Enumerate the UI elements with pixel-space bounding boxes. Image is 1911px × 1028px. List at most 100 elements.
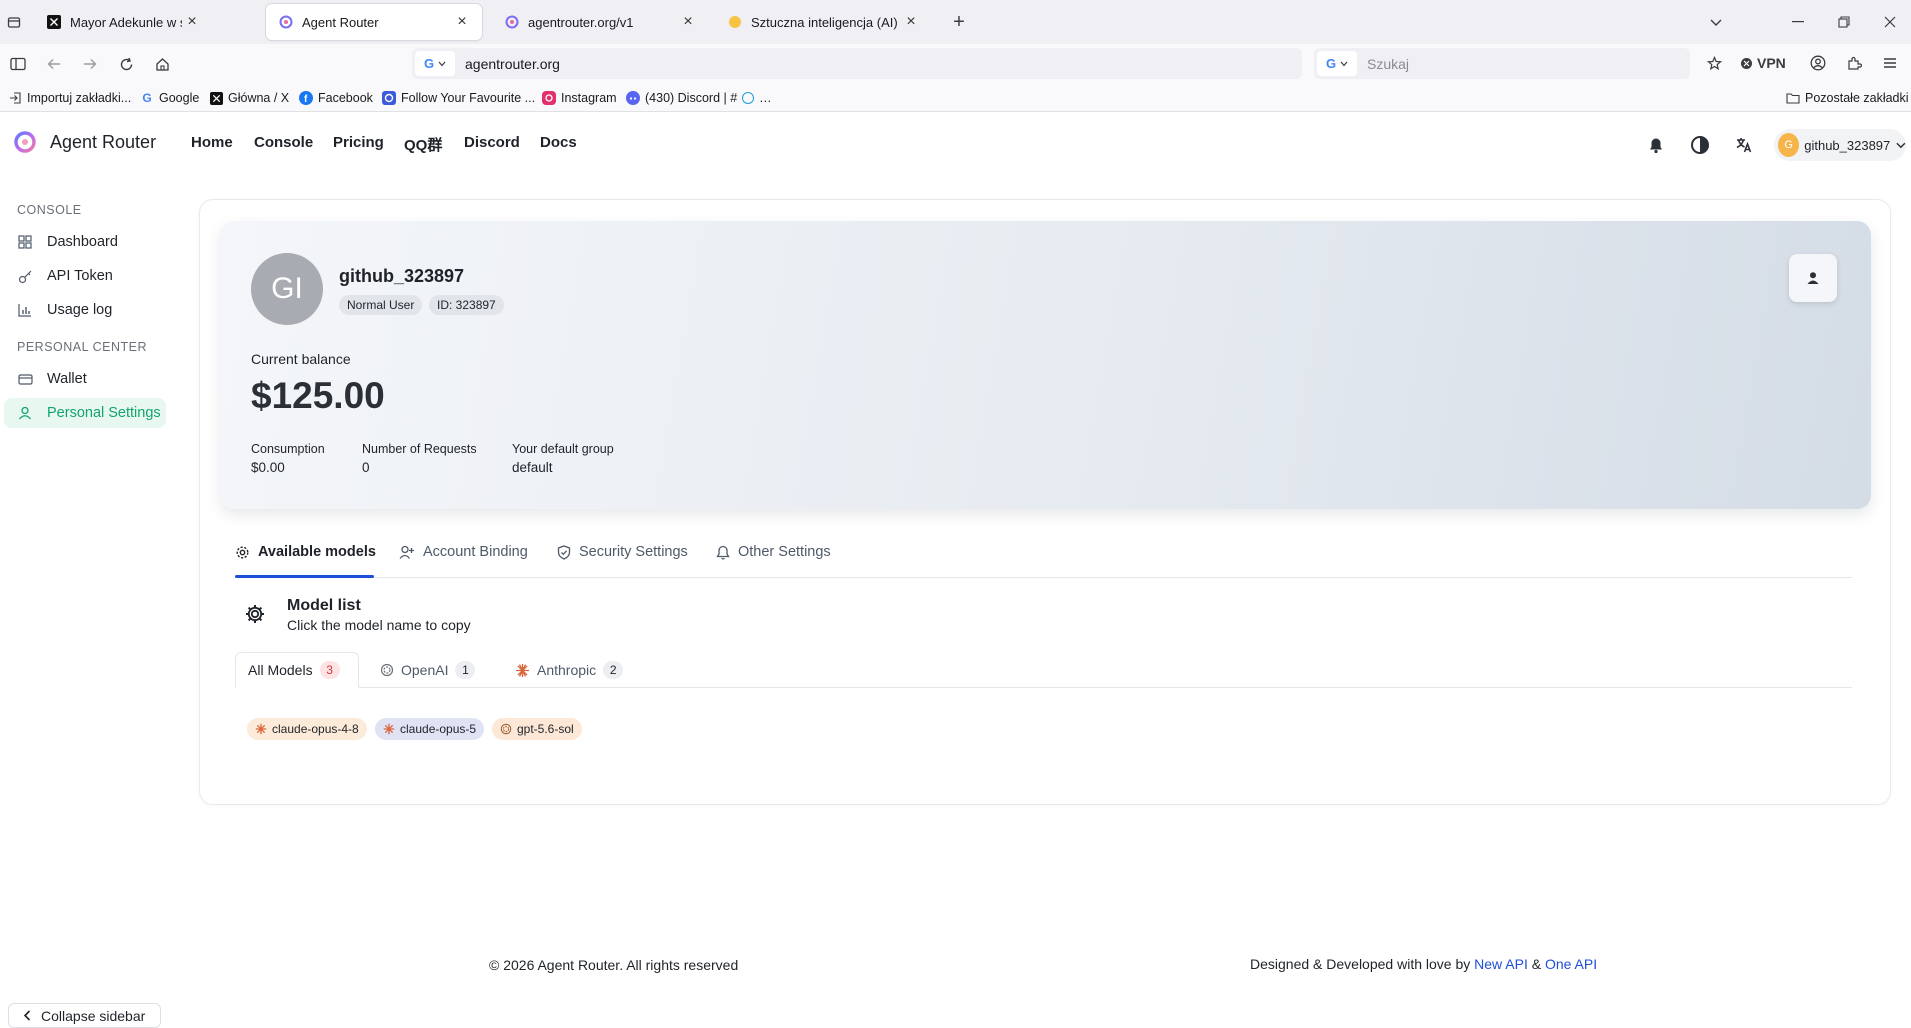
footer-link-one-api[interactable]: One API [1545,956,1597,972]
bookmark-instagram[interactable]: Instagram [542,88,617,108]
home-icon[interactable] [152,54,172,74]
grid-icon [17,234,33,250]
browser-tab[interactable]: agentrouter.org/v1 × [492,4,708,40]
filter-tab-anthropic[interactable]: Anthropic 2 [515,652,624,688]
chevron-down-icon [1340,61,1348,66]
filter-label: Anthropic [537,662,597,678]
close-window-icon[interactable] [1880,12,1900,32]
filter-tab-all-models[interactable]: All Models 3 [235,652,359,688]
collapse-sidebar-button[interactable]: Collapse sidebar [8,1003,161,1028]
close-tab-icon[interactable]: × [452,12,472,32]
sidebar-item-personal-settings[interactable]: Personal Settings [4,398,166,428]
model-chip[interactable]: claude-opus-5 [375,718,485,740]
sidebar-toggle-icon[interactable] [8,54,28,74]
chevron-down-icon [1896,142,1906,148]
search-engine-selector[interactable]: G [415,51,455,76]
tab-security-settings[interactable]: Security Settings [557,542,688,562]
tab-other-settings[interactable]: Other Settings [716,542,831,562]
tabs-divider [235,577,1852,578]
new-tab-icon[interactable]: + [948,11,970,33]
vpn-label: VPN [1757,55,1786,71]
collapse-label: Collapse sidebar [41,1007,146,1024]
tab-list-icon[interactable] [4,12,24,32]
profile-banner [220,221,1871,509]
nav-docs[interactable]: Docs [540,134,577,151]
tab-available-models[interactable]: Available models [235,542,376,562]
agent-router-logo-icon [504,14,520,30]
close-tab-icon[interactable]: × [901,12,921,32]
sidebar-item-usage-log[interactable]: Usage log [4,295,166,325]
sidebar-item-dashboard[interactable]: Dashboard [4,227,166,257]
tab-overflow-chevron-icon[interactable] [1706,12,1726,32]
browser-tab[interactable]: Sztuczna inteligencja (AI) - co to × [715,4,931,40]
anthropic-icon [516,663,529,677]
folder-icon [1786,91,1800,105]
address-bar[interactable]: G agentrouter.org [412,48,1302,79]
search-engine-selector[interactable]: G [1317,51,1357,76]
model-name: gpt-5.6-sol [517,722,574,736]
extensions-icon[interactable] [1844,53,1864,73]
minimize-icon[interactable] [1788,12,1808,32]
filter-tab-openai[interactable]: OpenAI 1 [380,652,476,688]
model-chip[interactable]: claude-opus-4-8 [247,718,367,740]
bookmark-facebook[interactable]: f Facebook [299,88,373,108]
avatar: GI [251,253,323,325]
wallet-icon [17,371,33,387]
bookmark-import[interactable]: Importuj zakładki... [8,88,131,108]
facebook-logo-icon: f [299,91,313,105]
filter-count: 3 [319,661,340,679]
profile-username: github_323897 [339,266,465,286]
notification-bell-icon[interactable] [1640,129,1672,161]
anthropic-icon [255,723,267,735]
model-chip[interactable]: gpt-5.6-sol [492,718,582,740]
footer-credit-text: Designed & Developed with love by [1250,956,1471,972]
sidebar-item-wallet[interactable]: Wallet [4,364,166,394]
sidebar-item-api-token[interactable]: API Token [4,261,166,291]
theme-toggle-icon[interactable] [1684,129,1716,161]
bookmark-google[interactable]: G Google [140,88,199,108]
nav-qq-group[interactable]: QQ群 [404,134,442,155]
bookmark-other[interactable]: Pozostałe zakładki [1786,88,1909,108]
x-logo-icon [209,91,223,105]
stat-label: Number of Requests [362,442,477,456]
forward-arrow-icon[interactable] [80,54,100,74]
reload-icon[interactable] [116,54,136,74]
chevron-left-icon [23,1010,31,1021]
account-icon[interactable] [1808,53,1828,73]
back-arrow-icon[interactable] [44,54,64,74]
x-logo-icon [46,14,62,30]
browser-search-bar[interactable]: G Szukaj [1314,48,1690,79]
browser-tab[interactable]: Mayor Adekunle w serwisie X: „I × [34,4,212,40]
shield-icon [557,544,571,560]
user-icon [1807,272,1819,284]
search-placeholder: Szukaj [1367,55,1410,72]
user-menu[interactable]: G github_323897 [1774,129,1906,161]
restore-icon[interactable] [1834,12,1854,32]
menu-icon[interactable] [1880,53,1900,73]
bookmark-x[interactable]: Główna / X [209,88,289,108]
sidebar-item-label: API Token [47,268,113,284]
bookmark-follow[interactable]: Follow Your Favourite ... [382,88,535,108]
language-icon[interactable] [1728,129,1760,161]
browser-tab-active[interactable]: Agent Router × [266,4,482,40]
vpn-button[interactable]: VPN [1740,52,1786,74]
brand[interactable]: Agent Router [14,131,156,153]
sidebar-item-label: Usage log [47,302,113,318]
tab-account-binding[interactable]: Account Binding [399,542,528,562]
vpn-shield-icon [1741,57,1752,69]
stat-value: $0.00 [251,460,285,475]
chevron-down-icon [438,61,446,66]
instagram-logo-icon [542,91,556,105]
nav-discord[interactable]: Discord [464,134,520,151]
nav-home[interactable]: Home [191,134,233,151]
bookmark-star-icon[interactable] [1704,53,1724,73]
close-tab-icon[interactable]: × [678,12,698,32]
close-tab-icon[interactable]: × [182,12,202,32]
bookmark-discord[interactable]: (430) Discord | # … [626,88,772,108]
nav-pricing[interactable]: Pricing [333,134,384,151]
nav-console[interactable]: Console [254,134,313,151]
url-text: agentrouter.org [465,55,560,72]
profile-action-button[interactable] [1789,254,1837,302]
footer-link-new-api[interactable]: New API [1474,956,1528,972]
model-list-title: Model list [287,597,361,614]
